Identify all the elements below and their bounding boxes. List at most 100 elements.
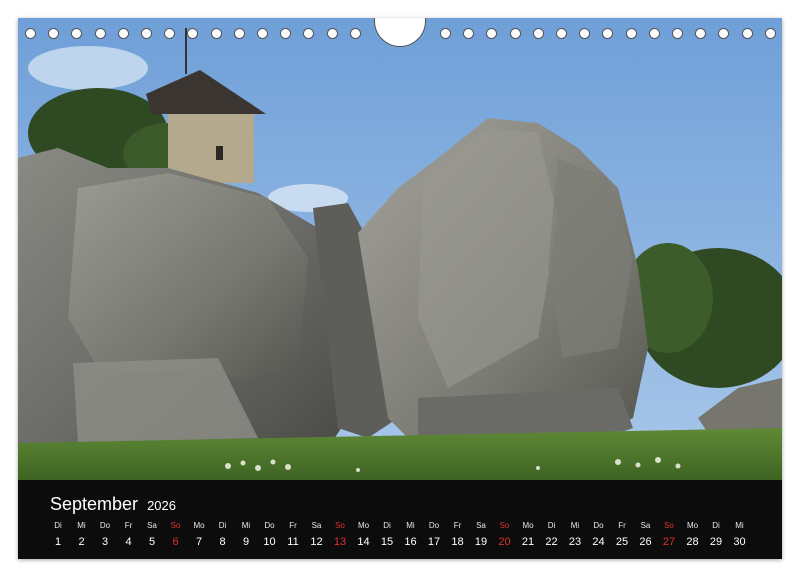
day-cell: Fr 4	[117, 520, 141, 548]
day-number: 14	[357, 536, 370, 548]
weekday-label: Do	[99, 521, 111, 530]
binding-hole	[741, 28, 753, 39]
month-name: September	[50, 494, 139, 514]
weekday-label: Mi	[570, 521, 580, 530]
binding-hole	[648, 28, 660, 39]
day-number: 2	[78, 536, 85, 548]
binding-hole	[164, 28, 176, 39]
day-cell: Mi 2	[70, 520, 94, 548]
binding-hole	[326, 28, 338, 39]
day-cell: Mi 23	[563, 520, 587, 548]
binding-hole	[440, 28, 451, 39]
day-number: 16	[404, 536, 417, 548]
day-number: 27	[662, 536, 676, 548]
day-number: 3	[101, 536, 109, 548]
day-cell: Sa 26	[634, 520, 658, 548]
day-number: 10	[263, 536, 276, 548]
day-cell: Mi 30	[728, 520, 752, 548]
binding-hole	[280, 28, 292, 39]
weekday-label: Do	[264, 521, 275, 530]
binding-hole	[25, 28, 36, 39]
day-cell: Fr 11	[281, 520, 305, 548]
day-cell: Mo 21	[516, 520, 540, 548]
binding-hole	[672, 28, 683, 39]
binding-hole	[303, 28, 315, 39]
weekday-label: Mi	[406, 521, 415, 530]
weekday-label: Sa	[147, 521, 157, 530]
day-cell: Mo 7	[187, 520, 211, 548]
binding-hole	[579, 28, 591, 39]
binding-hole	[187, 28, 199, 39]
day-number: 20	[498, 536, 511, 548]
weekday-label: Fr	[289, 521, 297, 530]
weekday-label: Di	[712, 521, 720, 530]
weekday-label: Sa	[311, 521, 322, 530]
binding-hole	[602, 28, 614, 39]
day-cell: Do 10	[258, 520, 282, 548]
binding-hole	[625, 28, 637, 39]
day-cell: Di 15	[375, 520, 399, 548]
weekday-label: So	[335, 521, 345, 530]
binding-hole	[509, 28, 521, 39]
day-number: 22	[545, 536, 558, 548]
day-cell: Di 22	[540, 520, 564, 548]
weekday-label: Sa	[476, 521, 486, 530]
binding-hole	[117, 28, 129, 39]
day-number: 23	[568, 536, 582, 548]
weekday-label: Di	[218, 521, 227, 530]
binding-hole	[71, 28, 83, 39]
day-number: 17	[427, 536, 441, 548]
day-number: 4	[125, 536, 132, 548]
day-cell: Mi 16	[399, 520, 423, 548]
day-cell: Mi 9	[234, 520, 258, 548]
binding-hole	[141, 28, 152, 39]
binding-hole	[764, 28, 776, 39]
binding-hole	[463, 28, 475, 39]
day-number: 8	[219, 536, 226, 548]
day-cell: Do 24	[587, 520, 611, 548]
binding-hole	[48, 28, 60, 39]
day-cell: Do 17	[422, 520, 446, 548]
day-cell: Sa 5	[140, 520, 164, 548]
calendar-sheet: September 2026 Di 1 Mi 2 Do 3 Fr 4 Sa 5 So 6 Mo 7 Di 8 M…	[18, 18, 782, 559]
day-cell: Fr 18	[446, 520, 470, 548]
day-number: 7	[195, 536, 203, 548]
binding-hole	[257, 28, 268, 39]
weekday-label: Mo	[193, 521, 205, 530]
day-number: 13	[333, 536, 347, 548]
day-number: 9	[242, 536, 250, 548]
weekday-label: So	[664, 521, 674, 530]
binding-hole	[486, 28, 498, 39]
day-cell: Fr 25	[610, 520, 634, 548]
day-number: 29	[709, 536, 723, 548]
weekday-label: Mi	[241, 521, 251, 530]
weekday-label: Sa	[640, 521, 651, 530]
day-cell: Sa 19	[469, 520, 493, 548]
weekday-label: Di	[547, 521, 556, 530]
day-number: 26	[639, 536, 652, 548]
day-number: 12	[310, 536, 323, 548]
binding-hole	[718, 28, 730, 39]
binding-holes	[18, 18, 782, 58]
weekday-label: Do	[593, 521, 604, 530]
weekday-label: So	[499, 521, 510, 530]
day-number: 6	[172, 536, 179, 548]
day-number: 28	[686, 536, 699, 548]
weekday-label: So	[170, 521, 181, 530]
weekday-label: Mo	[522, 521, 534, 530]
day-cell: Di 29	[704, 520, 728, 548]
weekday-label: Fr	[124, 521, 133, 530]
binding-hole	[210, 28, 222, 39]
day-cell: Mo 28	[681, 520, 705, 548]
day-number: 11	[287, 536, 299, 548]
hanger-cutout	[374, 18, 426, 47]
weekday-label: Mo	[357, 521, 370, 530]
binding-hole	[695, 28, 707, 39]
binding-hole	[94, 28, 106, 39]
binding-hole	[532, 28, 544, 39]
day-cell: Mo 14	[352, 520, 376, 548]
weekday-label: Mi	[735, 521, 744, 530]
binding-hole	[349, 28, 361, 39]
day-cell: So 20	[493, 520, 517, 548]
weekday-label: Mi	[77, 521, 86, 530]
